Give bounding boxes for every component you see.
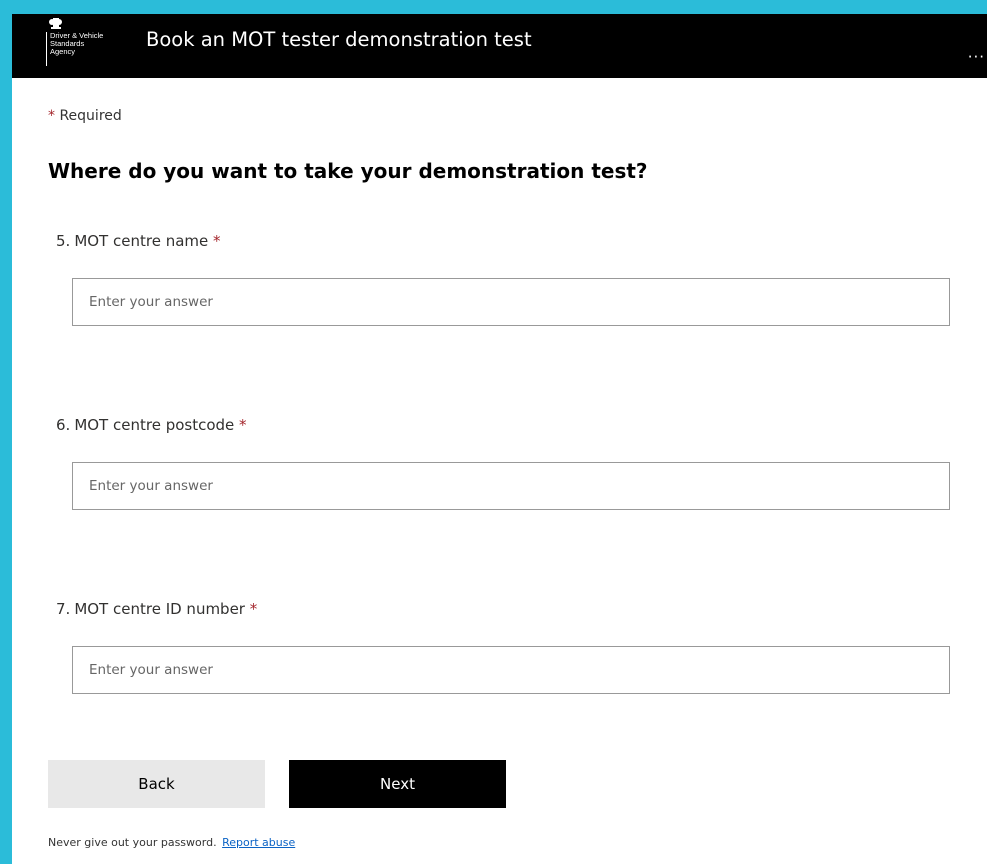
next-button[interactable]: Next [289,760,506,808]
required-asterisk: * [239,416,247,434]
centre-postcode-input[interactable] [72,462,950,510]
report-abuse-link[interactable]: Report abuse [222,836,295,849]
royal-crest-icon [49,18,62,29]
required-asterisk: * [249,600,258,618]
password-warning: Never give out your password. [48,836,217,849]
form-title: Book an MOT tester demonstration test [146,28,532,51]
footer: Never give out your password. Report abu… [48,836,295,849]
question-label-centre-id: 7. MOT centre ID number * [56,600,257,618]
dvsa-logo: Driver & Vehicle Standards Agency [42,16,122,68]
question-label-centre-name: 5. MOT centre name * [56,232,221,250]
question-number: 7. [56,600,71,618]
centre-id-input[interactable] [72,646,950,694]
more-options-icon[interactable]: ··· [968,50,985,65]
question-text: MOT centre postcode [74,416,235,434]
required-asterisk: * [213,232,221,250]
question-text: MOT centre name [74,232,209,250]
question-label-centre-postcode: 6. MOT centre postcode * [56,416,247,434]
logo-divider [46,32,47,66]
question-number: 6. [56,416,71,434]
form-header: Driver & Vehicle Standards Agency Book a… [12,14,987,78]
question-number: 5. [56,232,71,250]
logo-text: Driver & Vehicle Standards Agency [50,31,104,56]
form-card: Driver & Vehicle Standards Agency Book a… [12,14,987,864]
centre-name-input[interactable] [72,278,950,326]
back-button[interactable]: Back [48,760,265,808]
required-text: Required [59,108,122,124]
question-text: MOT centre ID number [74,600,245,618]
section-title: Where do you want to take your demonstra… [48,159,648,183]
required-asterisk: * [48,108,55,124]
required-note: * Required [48,108,122,124]
